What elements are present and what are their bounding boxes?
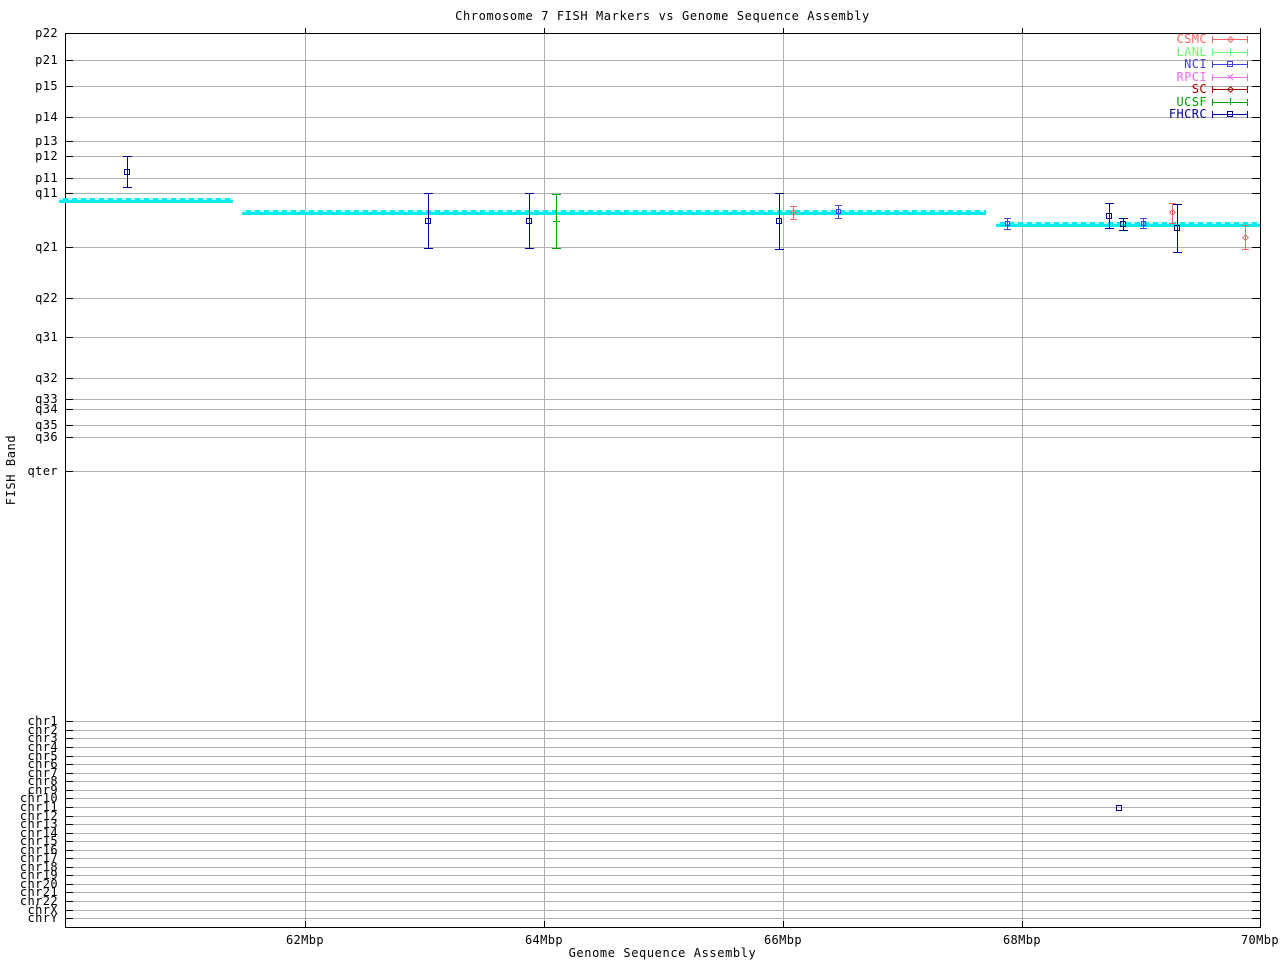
legend-marker-nci-square-marker (1227, 61, 1233, 67)
legend-sample-cap (1212, 111, 1213, 118)
error-bar-cap (790, 206, 797, 207)
y-tick-label: p12 (35, 148, 58, 163)
legend-label: NCI (1184, 57, 1207, 71)
legend-sample-cap (1247, 86, 1248, 93)
legend-sample-cap (1247, 61, 1248, 68)
error-bar-cap (1173, 252, 1182, 253)
legend-sample-cap (1247, 73, 1248, 81)
data-point-FHCRC-square-marker (124, 169, 130, 175)
data-point-UCSF-plus-marker (556, 217, 557, 225)
error-bar-cap (835, 205, 842, 206)
error-bar-cap (1119, 218, 1128, 219)
error-bar-cap (123, 187, 132, 188)
legend-label: SC (1191, 82, 1207, 96)
data-point-FHCRC-square-marker (1120, 221, 1126, 227)
y-tick-label: p22 (35, 26, 58, 40)
y-tick-label: p11 (35, 170, 58, 185)
y-tick-label: p14 (35, 110, 58, 124)
data-point-NCI-square-marker (1140, 220, 1146, 226)
chart-title: Chromosome 7 FISH Markers vs Genome Sequ… (455, 9, 870, 23)
error-bar-cap (424, 193, 433, 194)
legend-sample-cap (1212, 48, 1213, 56)
plot-border (65, 33, 1261, 928)
data-point-FHCRC-square-marker (1116, 805, 1122, 811)
error-bar-cap (123, 156, 132, 157)
y-tick-label: qter (27, 464, 58, 478)
data-point-FHCRC-square-marker (1106, 213, 1112, 219)
assembly-segment-highlight (996, 222, 1260, 224)
legend-sample-cap (1212, 36, 1213, 43)
x-tick-label: 68Mbp (1002, 933, 1042, 947)
error-bar-cap (1173, 204, 1182, 205)
legend-sample-cap (1212, 61, 1213, 68)
data-point-FHCRC-square-marker (776, 218, 782, 224)
y-tick-label: p13 (35, 133, 58, 148)
data-point-FHCRC-square-marker (1174, 225, 1180, 231)
assembly-segment (242, 210, 986, 215)
y-tick-label: p21 (35, 53, 58, 67)
error-bar-cap (775, 193, 784, 194)
error-bar-cap (1242, 249, 1249, 250)
error-bar-cap (1242, 225, 1249, 226)
y-tick-label: q35 (35, 418, 58, 432)
legend-label: CSMC (1176, 32, 1207, 46)
x-axis-label: Genome Sequence Assembly (568, 946, 757, 960)
error-bar-cap (1004, 218, 1011, 219)
data-point-FHCRC-square-marker (425, 218, 431, 224)
error-bar-cap (775, 249, 784, 250)
error-bar-cap (1169, 223, 1176, 224)
error-bar-cap (1119, 230, 1128, 231)
x-tick-label: 70Mbp (1240, 933, 1280, 947)
error-bar-cap (1140, 218, 1147, 219)
error-bar-cap (525, 248, 534, 249)
data-point-FHCRC-square-marker (526, 218, 532, 224)
error-bar-cap (790, 219, 797, 220)
assembly-segment (59, 198, 233, 203)
error-bar-cap (424, 248, 433, 249)
legend-sample-cap (1247, 98, 1248, 106)
y-tick-label: chrY (27, 911, 58, 925)
assembly-segment-highlight (59, 198, 233, 200)
error-bar-cap (552, 248, 561, 249)
x-tick-label: 66Mbp (763, 933, 803, 947)
y-tick-label: q34 (35, 401, 58, 416)
y-tick-label: q11 (35, 186, 58, 200)
legend-label: RPCI (1176, 69, 1207, 84)
y-tick-label: q36 (35, 429, 58, 444)
legend-marker-fhcrc-square-marker (1227, 111, 1233, 117)
x-tick-label: 62Mbp (285, 933, 325, 947)
error-bar-cap (525, 193, 534, 194)
error-bar-cap (1004, 229, 1011, 230)
error-bar-cap (1105, 203, 1114, 204)
legend-sample-cap (1247, 111, 1248, 118)
legend-label: UCSF (1176, 94, 1207, 109)
y-tick-label: q21 (35, 240, 58, 254)
legend-marker-lanl-plus-marker (1230, 48, 1231, 55)
data-point-NCI-square-marker (835, 208, 841, 214)
y-tick-label: q22 (35, 290, 58, 305)
y-tick-label: p15 (35, 78, 58, 93)
assembly-segment-highlight (242, 210, 986, 212)
legend-label: FHCRC (1168, 107, 1207, 121)
legend-sample-cap (1247, 48, 1248, 56)
x-tick-label: 64Mbp (524, 933, 564, 947)
error-bar-cap (835, 218, 842, 219)
data-point-NCI-square-marker (1004, 220, 1010, 226)
legend-sample-cap (1247, 36, 1248, 43)
legend-sample-cap (1212, 98, 1213, 106)
legend-label: LANL (1176, 44, 1207, 59)
y-tick-label: q31 (35, 330, 58, 344)
y-tick-label: q32 (35, 370, 58, 385)
legend-sample-cap (1212, 86, 1213, 93)
assembly-segment (996, 222, 1260, 227)
error-bar-cap (1105, 228, 1114, 229)
error-bar-cap (552, 194, 561, 195)
legend-sample-cap (1212, 73, 1213, 81)
legend-marker-ucsf-plus-marker (1230, 98, 1231, 105)
error-bar-cap (1140, 228, 1147, 229)
